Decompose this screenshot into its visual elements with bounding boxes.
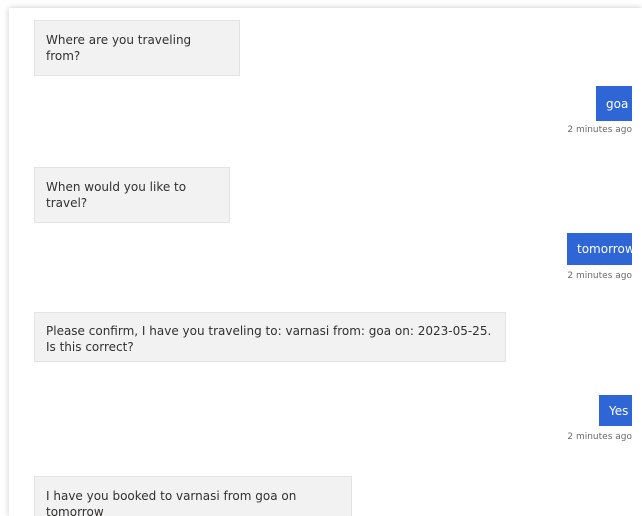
bot-message-text: When would you like to travel?	[46, 180, 187, 210]
message-timestamp: 2 minutes ago	[567, 432, 632, 442]
user-message-text: tomorrow	[577, 242, 635, 256]
user-message-text: Yes	[609, 404, 629, 418]
user-message-text: goa	[606, 97, 629, 111]
bot-message-text: I have you booked to varnasi from goa on…	[46, 489, 297, 516]
user-message: tomorrow	[567, 233, 635, 265]
bot-message-text: Where are you traveling from?	[46, 33, 192, 63]
bot-message-text: Please confirm, I have you traveling to:…	[46, 324, 492, 354]
bot-message: Please confirm, I have you traveling to:…	[34, 312, 506, 362]
chat-transcript[interactable]: Where are you traveling from? goa 2 minu…	[9, 8, 642, 516]
bot-message: I have you booked to varnasi from goa on…	[34, 476, 352, 516]
message-timestamp: 2 minutes ago	[567, 271, 632, 281]
bot-message: When would you like to travel?	[34, 167, 230, 223]
bot-message: Where are you traveling from?	[34, 20, 240, 76]
user-message: goa	[596, 86, 632, 121]
message-timestamp: 2 minutes ago	[567, 125, 632, 135]
user-message: Yes	[599, 395, 632, 426]
